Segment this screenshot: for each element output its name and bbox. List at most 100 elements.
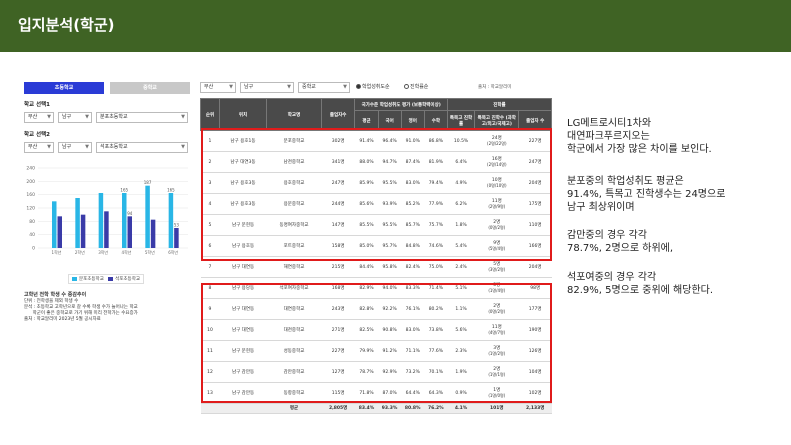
bar-series-2 [80, 214, 86, 248]
select-1-district[interactable]: 남구 ▼ [58, 112, 92, 123]
data-label: 94 [127, 211, 133, 216]
summary-paragraph-2: 분포중의 학업성취도 평균은 91.4%, 특목고 진학생수는 24명으로 남구… [567, 175, 787, 214]
summary-paragraph-4: 석포여중의 경우 각각 82.9%, 5명으로 중위에 해당한다. [567, 271, 787, 297]
radio-advance-label: 진학률순 [410, 84, 429, 90]
legend-label-2: 석포초등학교 [115, 277, 140, 282]
chevron-down-icon: ▼ [287, 84, 291, 90]
x-tick-label: 1학년 [52, 249, 62, 255]
filter-district-value: 남구 [244, 84, 254, 90]
summary-line: 분포중의 학업성취도 평균은 [567, 176, 684, 187]
cell-special-count: 101명 [474, 403, 519, 414]
y-tick-label: 240 [26, 166, 35, 172]
radio-on-icon [356, 84, 361, 89]
y-tick-label: 160 [26, 192, 35, 198]
y-tick-label: 80 [29, 219, 35, 225]
radio-off-icon [404, 84, 409, 89]
header-rank: 순위 [200, 98, 220, 131]
select-1-school[interactable]: 분포초등학교 ▼ [96, 112, 188, 123]
title-bar: 입지분석(학군) [0, 0, 791, 52]
summary-paragraph-3: 감만중의 경우 각각 78.7%, 2명으로 하위에, [567, 229, 787, 255]
header-grad-count: 졸업자수 [320, 98, 356, 131]
page-title: 입지분석(학군) [18, 16, 115, 34]
chevron-down-icon: ▼ [85, 144, 89, 150]
bar-series-2 [127, 216, 132, 248]
radio-advance[interactable]: 진학률순 [404, 83, 428, 90]
cell-grad-count: 2,805명 [321, 403, 355, 414]
bar-series-1 [98, 193, 104, 248]
summary-paragraph-1: LG메트로시티1차와 대연파크푸르지오는 학군에서 가장 많은 차이를 보인다. [567, 117, 787, 156]
x-tick-label: 5학년 [145, 249, 155, 255]
tab-elementary[interactable]: 초등학교 [24, 82, 104, 94]
y-tick-label: 40 [29, 232, 35, 238]
chevron-down-icon: ▼ [343, 84, 347, 90]
bar-series-1 [75, 198, 80, 248]
note-line: 출처 : 학교알리미 2023년 5월 공시자료 [24, 317, 101, 322]
y-tick-label: 120 [26, 206, 35, 212]
summary-line: 82.9%, 5명으로 중위에 해당한다. [567, 285, 714, 296]
legend-label-1: 분포초등학교 [79, 277, 104, 282]
select-2-district-value: 남구 [62, 144, 72, 150]
chart-legend: 분포초등학교 석포초등학교 [68, 274, 144, 284]
bar-series-1 [168, 193, 174, 248]
school-select-2-label: 학교 선택2 [24, 132, 50, 138]
select-2-city[interactable]: 부산 ▼ [24, 142, 54, 153]
x-tick-label: 4학년 [122, 249, 132, 255]
cell-special-rate: 4.1% [447, 403, 475, 414]
header-achievement: 국가수준 학업성취도 평가 (보통학력이상) [354, 98, 448, 111]
select-2-school[interactable]: 석포초등학교 ▼ [96, 142, 188, 153]
x-tick-label: 2학년 [75, 249, 85, 255]
highlight-box-top [201, 128, 552, 261]
x-tick-label: 6학년 [168, 249, 178, 255]
source-note: 출처 : 학교알리미 [478, 85, 512, 90]
filter-level[interactable]: 중학교 ▼ [298, 82, 350, 93]
y-tick-label: 200 [26, 179, 35, 185]
radio-achievement[interactable]: 학업성취도순 [356, 83, 390, 90]
filter-city[interactable]: 부산 ▼ [200, 82, 236, 93]
bar-series-1 [145, 185, 150, 248]
cell-rank [200, 403, 220, 414]
header-school: 학교명 [266, 98, 322, 131]
bar-series-1 [52, 201, 57, 248]
cell-math: 76.2% [424, 403, 448, 414]
summary-line: LG메트로시티1차와 [567, 118, 652, 129]
summary-line: 대연파크푸르지오는 [567, 131, 650, 142]
select-1-city-value: 부산 [28, 114, 38, 120]
page-root: 입지분석(학군) 초등학교 중학교 학교 선택1 부산 ▼ 남구 ▼ 분포초등학교 ▼… [0, 0, 791, 445]
select-2-school-value: 석포초등학교 [100, 144, 128, 150]
cell-english: 80.8% [401, 403, 425, 414]
summary-line: 91.4%, 특목고 진학생수는 24명으로 [567, 189, 726, 200]
select-1-district-value: 남구 [62, 114, 72, 120]
x-tick-label: 3학년 [98, 249, 108, 255]
chart-notes: 고학년 전학 학생 수 증감추이 단위 : 전학생을 제외 학생 수 분석 : … [24, 292, 192, 323]
highlight-box-bottom [201, 283, 552, 403]
filter-city-value: 부산 [204, 84, 214, 90]
chevron-down-icon: ▼ [181, 144, 185, 150]
cell-avg: 83.4% [354, 403, 379, 414]
bar-series-2 [104, 211, 109, 248]
chevron-down-icon: ▼ [229, 84, 233, 90]
legend-swatch-2 [108, 276, 114, 281]
data-label: 165 [167, 188, 175, 193]
chevron-down-icon: ▼ [47, 114, 51, 120]
bar-series-2 [150, 219, 156, 248]
average-row: 평균 2,805명 83.4% 93.3% 80.8% 76.2% 4.1% 101명 2,13… [200, 403, 552, 414]
select-2-city-value: 부산 [28, 144, 38, 150]
tab-middle[interactable]: 중학교 [110, 82, 190, 94]
data-label: 53 [174, 223, 180, 228]
special-count-breakdown: (3명/2명) [488, 267, 506, 272]
select-2-district[interactable]: 남구 ▼ [58, 142, 92, 153]
bar-series-2 [174, 228, 179, 248]
cell-avg-label: 평균 [266, 403, 322, 414]
filter-district[interactable]: 남구 ▼ [240, 82, 294, 93]
summary-line: 남구 최상위이며 [567, 202, 635, 213]
summary-line: 감만중의 경우 각각 [567, 230, 647, 241]
cell-location [219, 403, 267, 414]
legend-swatch-1 [72, 276, 77, 281]
select-1-city[interactable]: 부산 ▼ [24, 112, 54, 123]
cell-korean: 93.3% [378, 403, 402, 414]
summary-line: 학군에서 가장 많은 차이를 보인다. [567, 144, 712, 155]
summary-line: 석포여중의 경우 각각 [567, 272, 657, 283]
cell-graduates: 2,133명 [518, 403, 552, 414]
radio-achievement-label: 학업성취도순 [362, 84, 390, 90]
chevron-down-icon: ▼ [85, 114, 89, 120]
